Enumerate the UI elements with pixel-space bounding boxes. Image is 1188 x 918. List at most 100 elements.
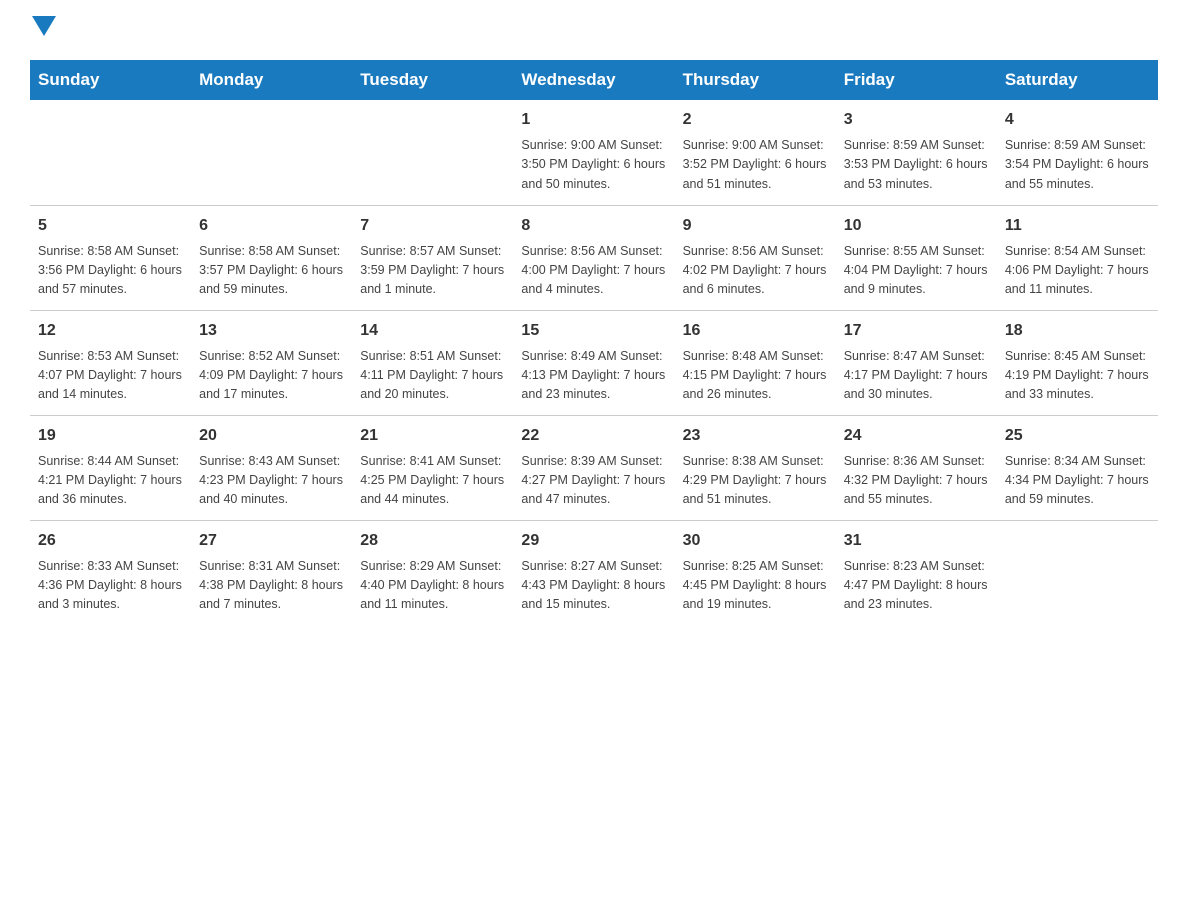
calendar-cell: 3 Sunrise: 8:59 AM Sunset: 3:53 PM Daylig…: [836, 100, 997, 205]
day-info: Sunrise: 8:47 AM Sunset: 4:17 PM Dayligh…: [844, 347, 989, 405]
calendar-cell: 12Sunrise: 8:53 AM Sunset: 4:07 PM Dayli…: [30, 310, 191, 415]
logo: [30, 20, 56, 40]
day-info: Sunrise: 8:34 AM Sunset: 4:34 PM Dayligh…: [1005, 452, 1150, 510]
calendar-cell: 24Sunrise: 8:36 AM Sunset: 4:32 PM Dayli…: [836, 415, 997, 520]
day-number: 22: [521, 424, 666, 448]
calendar-cell: 18Sunrise: 8:45 AM Sunset: 4:19 PM Dayli…: [997, 310, 1158, 415]
calendar-cell: 19 Sunrise: 8:44 AM Sunset: 4:21 PM Dayli…: [30, 415, 191, 520]
calendar-cell: 1 Sunrise: 9:00 AM Sunset: 3:50 PM Daylig…: [513, 100, 674, 205]
calendar-cell: 4 Sunrise: 8:59 AM Sunset: 3:54 PM Daylig…: [997, 100, 1158, 205]
day-number: 24: [844, 424, 989, 448]
day-number: 25: [1005, 424, 1150, 448]
calendar-cell: 13 Sunrise: 8:52 AM Sunset: 4:09 PM Dayli…: [191, 310, 352, 415]
calendar-cell: [997, 520, 1158, 625]
day-number: 28: [360, 529, 505, 553]
day-info: Sunrise: 8:54 AM Sunset: 4:06 PM Dayligh…: [1005, 242, 1150, 300]
day-number: 11: [1005, 214, 1150, 238]
day-info: Sunrise: 8:59 AM Sunset: 3:54 PM Dayligh…: [1005, 136, 1150, 194]
day-number: 23: [683, 424, 828, 448]
calendar-cell: 10Sunrise: 8:55 AM Sunset: 4:04 PM Dayli…: [836, 205, 997, 310]
day-info: Sunrise: 8:59 AM Sunset: 3:53 PM Dayligh…: [844, 136, 989, 194]
calendar-cell: 25 Sunrise: 8:34 AM Sunset: 4:34 PM Dayli…: [997, 415, 1158, 520]
day-info: Sunrise: 8:38 AM Sunset: 4:29 PM Dayligh…: [683, 452, 828, 510]
day-info: Sunrise: 8:23 AM Sunset: 4:47 PM Dayligh…: [844, 557, 989, 615]
day-info: Sunrise: 8:55 AM Sunset: 4:04 PM Dayligh…: [844, 242, 989, 300]
day-number: 20: [199, 424, 344, 448]
logo-triangle-icon: [32, 16, 56, 36]
calendar-cell: 2 Sunrise: 9:00 AM Sunset: 3:52 PM Daylig…: [675, 100, 836, 205]
day-info: Sunrise: 8:27 AM Sunset: 4:43 PM Dayligh…: [521, 557, 666, 615]
day-info: Sunrise: 8:41 AM Sunset: 4:25 PM Dayligh…: [360, 452, 505, 510]
calendar-cell: 11 Sunrise: 8:54 AM Sunset: 4:06 PM Dayli…: [997, 205, 1158, 310]
day-info: Sunrise: 8:29 AM Sunset: 4:40 PM Dayligh…: [360, 557, 505, 615]
calendar-cell: [191, 100, 352, 205]
day-info: Sunrise: 8:25 AM Sunset: 4:45 PM Dayligh…: [683, 557, 828, 615]
day-info: Sunrise: 8:39 AM Sunset: 4:27 PM Dayligh…: [521, 452, 666, 510]
calendar-cell: 23 Sunrise: 8:38 AM Sunset: 4:29 PM Dayli…: [675, 415, 836, 520]
calendar-cell: 8 Sunrise: 8:56 AM Sunset: 4:00 PM Daylig…: [513, 205, 674, 310]
day-number: 14: [360, 319, 505, 343]
day-info: Sunrise: 8:45 AM Sunset: 4:19 PM Dayligh…: [1005, 347, 1150, 405]
day-number: 3: [844, 108, 989, 132]
day-number: 9: [683, 214, 828, 238]
weekday-header-wednesday: Wednesday: [513, 60, 674, 100]
day-number: 13: [199, 319, 344, 343]
weekday-header-tuesday: Tuesday: [352, 60, 513, 100]
calendar-week-row: 1 Sunrise: 9:00 AM Sunset: 3:50 PM Daylig…: [30, 100, 1158, 205]
day-number: 17: [844, 319, 989, 343]
calendar-cell: 30 Sunrise: 8:25 AM Sunset: 4:45 PM Dayli…: [675, 520, 836, 625]
calendar-week-row: 5 Sunrise: 8:58 AM Sunset: 3:56 PM Daylig…: [30, 205, 1158, 310]
day-info: Sunrise: 8:31 AM Sunset: 4:38 PM Dayligh…: [199, 557, 344, 615]
weekday-header-monday: Monday: [191, 60, 352, 100]
calendar-cell: 17 Sunrise: 8:47 AM Sunset: 4:17 PM Dayli…: [836, 310, 997, 415]
calendar-cell: 5 Sunrise: 8:58 AM Sunset: 3:56 PM Daylig…: [30, 205, 191, 310]
day-info: Sunrise: 8:56 AM Sunset: 4:02 PM Dayligh…: [683, 242, 828, 300]
weekday-header-saturday: Saturday: [997, 60, 1158, 100]
day-info: Sunrise: 9:00 AM Sunset: 3:50 PM Dayligh…: [521, 136, 666, 194]
calendar-cell: 26 Sunrise: 8:33 AM Sunset: 4:36 PM Dayli…: [30, 520, 191, 625]
calendar-cell: 9 Sunrise: 8:56 AM Sunset: 4:02 PM Daylig…: [675, 205, 836, 310]
calendar-cell: 27 Sunrise: 8:31 AM Sunset: 4:38 PM Dayli…: [191, 520, 352, 625]
calendar-cell: 7Sunrise: 8:57 AM Sunset: 3:59 PM Daylig…: [352, 205, 513, 310]
day-number: 19: [38, 424, 183, 448]
day-info: Sunrise: 8:51 AM Sunset: 4:11 PM Dayligh…: [360, 347, 505, 405]
day-number: 27: [199, 529, 344, 553]
day-info: Sunrise: 8:52 AM Sunset: 4:09 PM Dayligh…: [199, 347, 344, 405]
day-number: 26: [38, 529, 183, 553]
day-info: Sunrise: 8:56 AM Sunset: 4:00 PM Dayligh…: [521, 242, 666, 300]
calendar-week-row: 12Sunrise: 8:53 AM Sunset: 4:07 PM Dayli…: [30, 310, 1158, 415]
weekday-header-friday: Friday: [836, 60, 997, 100]
calendar-cell: 14 Sunrise: 8:51 AM Sunset: 4:11 PM Dayli…: [352, 310, 513, 415]
day-number: 2: [683, 108, 828, 132]
weekday-header-sunday: Sunday: [30, 60, 191, 100]
day-info: Sunrise: 8:44 AM Sunset: 4:21 PM Dayligh…: [38, 452, 183, 510]
day-info: Sunrise: 8:58 AM Sunset: 3:56 PM Dayligh…: [38, 242, 183, 300]
calendar-cell: [30, 100, 191, 205]
calendar-week-row: 26 Sunrise: 8:33 AM Sunset: 4:36 PM Dayli…: [30, 520, 1158, 625]
day-number: 16: [683, 319, 828, 343]
calendar-cell: 21 Sunrise: 8:41 AM Sunset: 4:25 PM Dayli…: [352, 415, 513, 520]
calendar-cell: [352, 100, 513, 205]
day-info: Sunrise: 8:49 AM Sunset: 4:13 PM Dayligh…: [521, 347, 666, 405]
day-number: 21: [360, 424, 505, 448]
page-header: [30, 20, 1158, 40]
day-number: 1: [521, 108, 666, 132]
day-number: 29: [521, 529, 666, 553]
day-number: 30: [683, 529, 828, 553]
calendar-cell: 15Sunrise: 8:49 AM Sunset: 4:13 PM Dayli…: [513, 310, 674, 415]
day-number: 5: [38, 214, 183, 238]
day-number: 4: [1005, 108, 1150, 132]
day-number: 31: [844, 529, 989, 553]
day-info: Sunrise: 9:00 AM Sunset: 3:52 PM Dayligh…: [683, 136, 828, 194]
day-info: Sunrise: 8:57 AM Sunset: 3:59 PM Dayligh…: [360, 242, 505, 300]
day-number: 6: [199, 214, 344, 238]
calendar-cell: 28 Sunrise: 8:29 AM Sunset: 4:40 PM Dayli…: [352, 520, 513, 625]
day-info: Sunrise: 8:33 AM Sunset: 4:36 PM Dayligh…: [38, 557, 183, 615]
day-info: Sunrise: 8:43 AM Sunset: 4:23 PM Dayligh…: [199, 452, 344, 510]
calendar-cell: 6Sunrise: 8:58 AM Sunset: 3:57 PM Daylig…: [191, 205, 352, 310]
calendar-table: SundayMondayTuesdayWednesdayThursdayFrid…: [30, 60, 1158, 625]
day-number: 8: [521, 214, 666, 238]
day-info: Sunrise: 8:48 AM Sunset: 4:15 PM Dayligh…: [683, 347, 828, 405]
calendar-week-row: 19 Sunrise: 8:44 AM Sunset: 4:21 PM Dayli…: [30, 415, 1158, 520]
calendar-cell: 20 Sunrise: 8:43 AM Sunset: 4:23 PM Dayli…: [191, 415, 352, 520]
